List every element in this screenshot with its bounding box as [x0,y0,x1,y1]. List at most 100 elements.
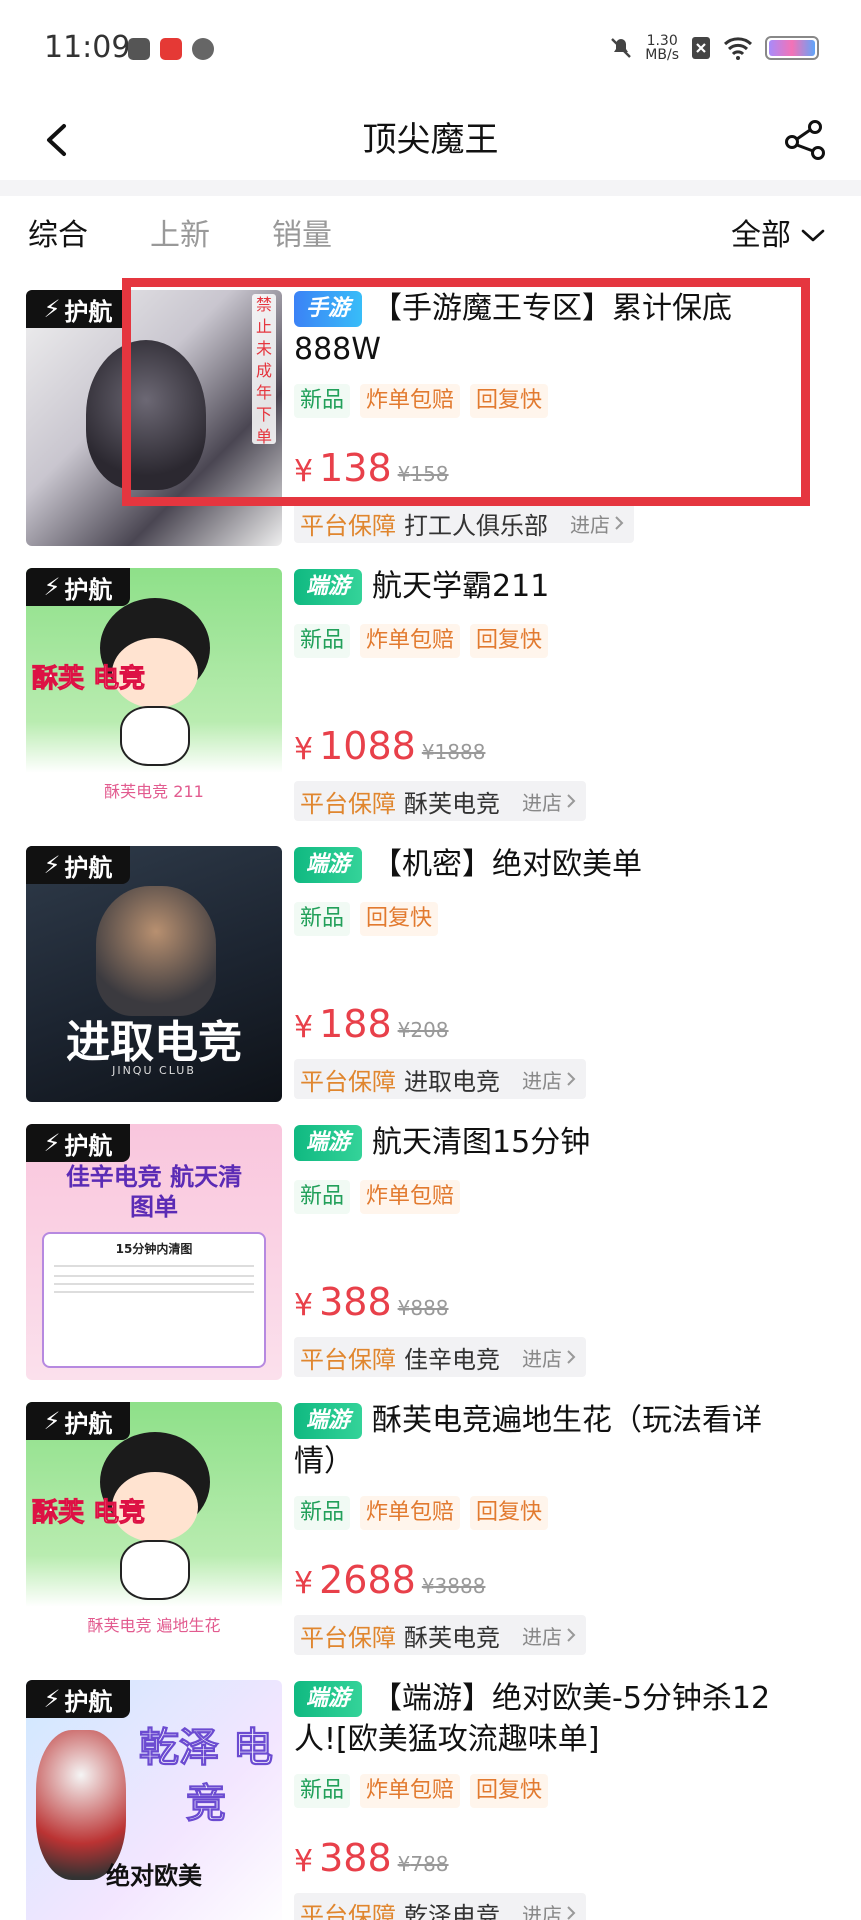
net-speed-unit: MB/s [645,47,679,63]
soldier-art [96,886,216,1016]
notification-app-icon [128,38,150,60]
thumb-caption: 15分钟内清图 [115,1242,193,1256]
list-item[interactable]: 酥芙 电竞 酥芙电竞 遍地生花 ⚡ 护航 端游 酥芙电竞遍地生花（玩法看详情） 新品… [0,1400,861,1678]
enter-shop-label: 进店 [522,1902,562,1920]
share-icon [785,120,825,160]
guarantee-label: 平台保障 [300,1901,396,1920]
price-currency: ¥ [294,454,314,489]
tag-compensation: 炸单包赔 [360,624,461,658]
price-row: ¥ 188 ¥208 [294,1002,449,1046]
price: 188 [319,1002,392,1046]
shop-name: 乾泽电竞 [404,1901,500,1920]
original-price: ¥888 [398,1296,449,1320]
badge-logo-icon: ⚡ [43,1685,61,1713]
thumb-line [54,1275,254,1277]
product-thumbnail: 酥芙 电竞 酥芙电竞 遍地生花 ⚡ 护航 [26,1402,282,1658]
shop-bar[interactable]: 平台保障 乾泽电竞 进店 [294,1893,586,1920]
tag-compensation: 炸单包赔 [360,1496,461,1530]
enter-shop-link[interactable]: 进店 [522,787,576,816]
thumb-caption: 酥芙电竞 211 [104,782,204,801]
shop-bar[interactable]: 平台保障 打工人俱乐部 进店 [294,503,634,543]
minor-warning-text: 禁止未成年下单 [252,294,276,446]
tab-comprehensive[interactable]: 综合 [28,214,88,258]
tag-new: 新品 [294,624,351,658]
thumb-line [54,1283,254,1285]
list-item[interactable]: 酥芙 电竞 酥芙电竞 211 ⚡ 护航 端游 航天学霸211 新品 炸单包赔 回复快… [0,566,861,844]
enter-shop-label: 进店 [522,1068,562,1093]
badge-label: 护航 [64,853,113,882]
badge-label: 护航 [64,1131,113,1160]
tab-sales[interactable]: 销量 [272,214,332,258]
thumb-caption: JINQU CLUB [112,1064,196,1077]
product-title: 【端游】绝对欧美-5分钟杀12人![欧美猛攻流趣味单] [294,1681,771,1757]
shop-bar[interactable]: 平台保障 佳辛电竞 进店 [294,1337,586,1377]
enter-shop-label: 进店 [522,1346,562,1371]
shop-bar[interactable]: 平台保障 酥芙电竞 进店 [294,781,586,821]
tag-row: 新品 炸单包赔 回复快 [294,384,549,418]
enter-shop-label: 进店 [522,790,562,815]
product-title-block[interactable]: 端游 【端游】绝对欧美-5分钟杀12人![欧美猛攻流趣味单] [294,1678,794,1762]
orig-price-value: 888 [410,1296,449,1320]
badge-label: 护航 [64,297,113,326]
chevron-right-icon [567,1072,576,1086]
net-speed-value: 1.30 [646,33,678,49]
mute-icon [611,38,632,58]
product-title: 航天清图15分钟 [372,1125,591,1160]
tag-row: 新品 炸单包赔 回复快 [294,1496,549,1530]
product-title: 酥芙电竞遍地生花（玩法看详情） [294,1403,763,1479]
product-thumbnail: 禁止未成年下单 ⚡ 护航 [26,290,282,546]
escort-badge: ⚡ 护航 [26,1680,130,1718]
enter-shop-link[interactable]: 进店 [522,1343,576,1372]
filter-bar: 综合 上新 销量 全部 [0,196,861,282]
tag-row: 新品 炸单包赔 回复快 [294,1774,549,1808]
product-title-block[interactable]: 端游 酥芙电竞遍地生花（玩法看详情） [294,1400,794,1484]
badge-logo-icon: ⚡ [43,1129,61,1157]
enter-shop-link[interactable]: 进店 [570,509,624,538]
product-thumbnail: 酥芙 电竞 酥芙电竞 211 ⚡ 护航 [26,568,282,824]
enter-shop-link[interactable]: 进店 [522,1621,576,1650]
tag-new: 新品 [294,1496,351,1530]
shop-name: 进取电竞 [404,1067,500,1096]
list-item[interactable]: 乾泽 电竞 绝对欧美 ⚡ 护航 端游 【端游】绝对欧美-5分钟杀12人![欧美猛攻流… [0,1678,861,1920]
orig-price-value: 3888 [434,1574,486,1598]
shop-bar[interactable]: 平台保障 酥芙电竞 进店 [294,1615,586,1655]
shop-bar[interactable]: 平台保障 进取电竞 进店 [294,1059,586,1099]
badge-label: 护航 [64,575,113,604]
tag-fast-reply: 回复快 [470,624,549,658]
badge-logo-icon: ⚡ [43,851,61,879]
status-icons-left [128,38,214,60]
enter-shop-link[interactable]: 进店 [522,1899,576,1920]
price-currency: ¥ [294,732,314,767]
list-item[interactable]: 佳辛电竞 航天清图单 15分钟内清图 ⚡ 护航 端游 航天清图15分钟 新品 炸单包… [0,1122,861,1400]
price-row: ¥ 138 ¥158 [294,446,449,490]
game-tag: 手游 [294,291,363,327]
sim-off-icon [692,37,710,59]
red-app-icon [160,38,182,60]
list-item[interactable]: 进取电竞 JINQU CLUB ⚡ 护航 端游 【机密】绝对欧美单 新品 回复快 ¥… [0,844,861,1122]
badge-logo-icon: ⚡ [43,295,61,323]
product-thumbnail: 佳辛电竞 航天清图单 15分钟内清图 ⚡ 护航 [26,1124,282,1380]
tag-fast-reply: 回复快 [470,1774,549,1808]
tab-newest[interactable]: 上新 [150,214,210,258]
product-title-block[interactable]: 手游 【手游魔王专区】累计保底888W [294,288,774,372]
original-price: ¥1888 [422,740,486,764]
price-currency: ¥ [294,1844,314,1879]
filter-all-label: 全部 [731,218,791,253]
thumb-line [54,1265,254,1267]
tag-row: 新品 炸单包赔 [294,1180,461,1214]
enter-shop-link[interactable]: 进店 [522,1065,576,1094]
chevron-right-icon [567,1906,576,1920]
escort-badge: ⚡ 护航 [26,568,130,606]
orig-currency: ¥ [397,462,411,486]
gear-app-icon [192,38,214,60]
guarantee-label: 平台保障 [300,511,396,540]
divider-band [0,180,861,196]
price-row: ¥ 388 ¥788 [294,1836,449,1880]
chevron-down-icon [801,229,825,242]
tag-row: 新品 炸单包赔 回复快 [294,624,549,658]
share-button[interactable] [775,110,835,170]
list-item[interactable]: 禁止未成年下单 ⚡ 护航 手游 【手游魔王专区】累计保底888W 新品 炸单包赔 回… [0,288,861,566]
shop-name: 酥芙电竞 [404,789,500,818]
thumb-card: 15分钟内清图 [42,1232,266,1368]
filter-all-dropdown[interactable]: 全部 [731,214,825,258]
